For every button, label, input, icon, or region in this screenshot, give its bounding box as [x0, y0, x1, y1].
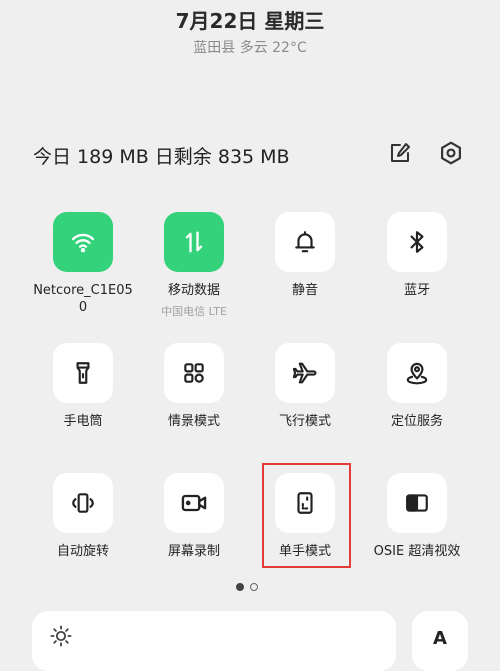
tile-label: OSIE 超清视效 [373, 544, 461, 559]
data-usage-text: 今日 189 MB 日剩余 835 MB [33, 146, 290, 168]
tile-screen-record[interactable]: 屏幕录制 [134, 473, 254, 560]
brightness-slider[interactable] [32, 611, 396, 671]
tile-location[interactable]: 定位服务 [357, 343, 477, 430]
tile-label: 屏幕录制 [167, 544, 220, 559]
tile-label: 静音 [291, 283, 318, 298]
font-size-button[interactable]: A [412, 611, 468, 671]
tile-bluetooth[interactable]: 蓝牙 [357, 212, 477, 299]
bluetooth-icon[interactable] [387, 212, 447, 272]
tile-mobile-data[interactable]: 移动数据 中国电信 LTE [134, 212, 254, 319]
date-text: 7月22日 星期三 [175, 9, 325, 33]
tile-label: 情景模式 [167, 414, 220, 429]
mobile-data-icon[interactable] [164, 212, 224, 272]
tile-wifi[interactable]: Netcore_C1E050 [23, 212, 143, 316]
weather-text: 蓝田县 多云 22°C [193, 40, 307, 56]
auto-rotate-icon[interactable] [53, 473, 113, 533]
tile-mute[interactable]: 静音 [245, 212, 365, 299]
scene-mode-icon[interactable] [164, 343, 224, 403]
wifi-icon[interactable] [53, 212, 113, 272]
bell-icon[interactable] [275, 212, 335, 272]
tile-label: 手电筒 [63, 414, 103, 429]
page-indicator [236, 583, 258, 591]
brightness-icon [50, 625, 72, 651]
location-icon[interactable] [387, 343, 447, 403]
airplane-icon[interactable] [275, 343, 335, 403]
page-dot[interactable] [250, 583, 258, 591]
tile-label: 飞行模式 [278, 414, 331, 429]
osie-icon[interactable] [387, 473, 447, 533]
tile-scene-mode[interactable]: 情景模式 [134, 343, 254, 430]
carrier-text: 中国电信 LTE [161, 305, 227, 318]
tile-flashlight[interactable]: 手电筒 [23, 343, 143, 430]
tile-label: 移动数据 [167, 283, 220, 298]
settings-icon[interactable] [437, 139, 465, 167]
tile-auto-rotate[interactable]: 自动旋转 [23, 473, 143, 560]
screen-record-icon[interactable] [164, 473, 224, 533]
highlight-box [262, 463, 351, 568]
tile-label: 蓝牙 [403, 283, 430, 298]
tile-label: 定位服务 [390, 414, 443, 429]
tile-label: Netcore_C1E050 [33, 283, 133, 315]
tile-airplane[interactable]: 飞行模式 [245, 343, 365, 430]
tile-label: 自动旋转 [56, 544, 109, 559]
edit-icon[interactable] [386, 139, 414, 167]
page-dot-active[interactable] [236, 583, 244, 591]
flashlight-icon[interactable] [53, 343, 113, 403]
tile-osie[interactable]: OSIE 超清视效 [357, 473, 477, 560]
